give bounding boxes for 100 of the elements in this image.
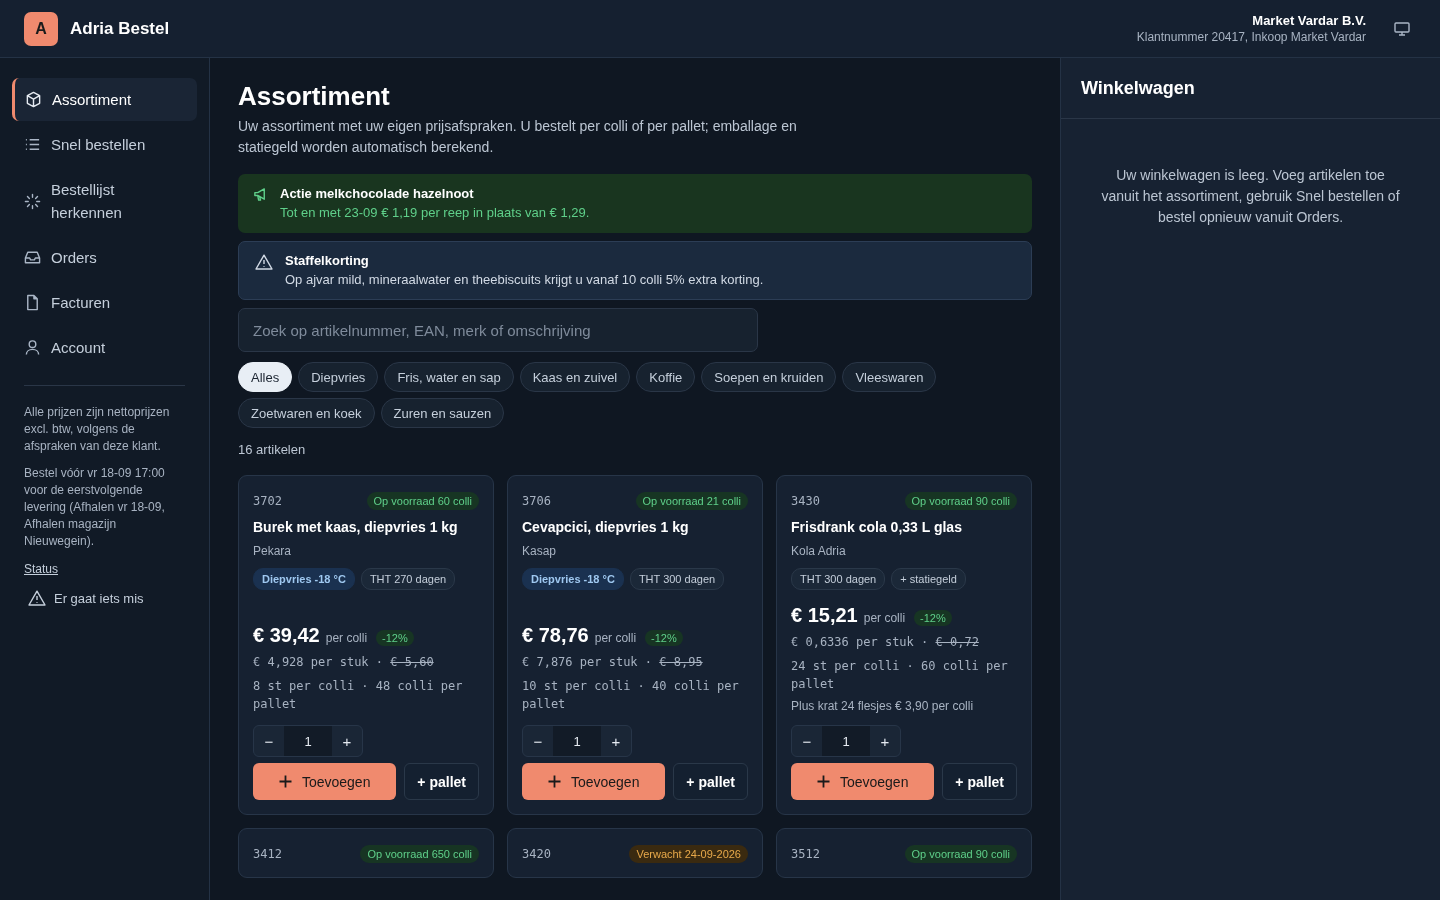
app-logo: A xyxy=(24,11,58,46)
user-icon xyxy=(24,339,41,356)
increase-button[interactable]: + xyxy=(601,726,631,756)
pallet-button[interactable]: + pallet xyxy=(404,763,479,800)
product-tag: THT 300 dagen xyxy=(629,568,725,590)
filter-chip[interactable]: Vleeswaren xyxy=(842,362,937,392)
problem-link[interactable]: Er gaat iets mis xyxy=(28,590,144,606)
warning-icon xyxy=(255,254,273,270)
inbox-icon xyxy=(24,249,41,266)
app-name: Adria Bestel xyxy=(70,18,170,39)
decrease-button[interactable]: − xyxy=(792,726,822,756)
quantity-value[interactable]: 1 xyxy=(284,726,332,756)
add-button[interactable]: Toevoegen xyxy=(253,763,397,800)
increase-button[interactable]: + xyxy=(332,726,362,756)
article-number: 3512 xyxy=(791,847,820,861)
stock-badge: Op voorraad 90 colli xyxy=(904,492,1017,510)
result-count: 16 artikelen xyxy=(238,442,307,457)
sparkle-icon xyxy=(24,192,41,210)
nav-item[interactable]: Assortiment xyxy=(12,78,197,121)
filter-chip[interactable]: Koffie xyxy=(636,362,696,392)
filter-chip[interactable]: Zoetwaren en koek xyxy=(238,398,375,428)
page-title: Assortiment xyxy=(238,80,391,112)
price: € 15,21 xyxy=(791,604,858,627)
list-icon xyxy=(24,136,41,153)
filter-chip[interactable]: Soepen en kruiden xyxy=(701,362,837,392)
box-icon xyxy=(25,91,42,108)
nav-item[interactable]: Orders xyxy=(12,236,197,279)
packing-info: 8 st per colli · 48 colli per pallet xyxy=(253,678,464,713)
sidebar-note: Bestel vóór vr 18-09 17:00 voor de eerstvolgende levering (Afhalen vr 18-09, Afhalen magazijn Nieuwegein). xyxy=(24,465,166,550)
pallet-button[interactable]: + pallet xyxy=(673,763,748,800)
page-intro: Uw assortiment met uw eigen prijsafspraken. U bestelt per colli of per pallet; emballage en statiegeld worden automatisch berekend. xyxy=(238,117,798,157)
megaphone-icon xyxy=(253,187,268,202)
article-number: 3412 xyxy=(253,847,282,861)
plus-icon xyxy=(278,775,292,788)
plus-icon xyxy=(547,775,561,788)
product-name: Cevapcici, diepvries 1 kg xyxy=(522,519,690,535)
customer-name: Market Vardar B.V. xyxy=(1252,13,1366,28)
article-number: 3430 xyxy=(791,494,820,508)
discount-badge: -12% xyxy=(645,630,683,646)
warning-icon xyxy=(28,590,46,606)
increase-button[interactable]: + xyxy=(870,726,900,756)
discount-badge: -12% xyxy=(376,630,414,646)
pallet-button[interactable]: + pallet xyxy=(942,763,1017,800)
cart-empty-text: Uw winkelwagen is leeg. Voeg artikelen toe vanuit het assortiment, gebruik Snel bestellen of bestel opnieuw vanuit Orders. xyxy=(1100,166,1401,227)
document-icon xyxy=(24,294,41,311)
product-tag: Diepvries -18 °C xyxy=(522,568,624,590)
search-field[interactable]: Zoek op artikelnummer, EAN, merk of omschrijving xyxy=(238,308,758,352)
sidebar-note: Alle prijzen zijn nettoprijzen excl. btw, volgens de afspraken van deze klant. xyxy=(24,404,171,455)
old-unit-price: € 5,60 xyxy=(390,655,434,669)
old-unit-price: € 0,72 xyxy=(935,635,979,649)
decrease-button[interactable]: − xyxy=(523,726,553,756)
stock-badge: Op voorraad 90 colli xyxy=(904,845,1017,863)
banner-title: Actie melkchocolade hazelnoot xyxy=(280,186,475,201)
stock-badge: Op voorraad 60 colli xyxy=(366,492,479,510)
unit-price: € 0,6336 per stuk · xyxy=(791,635,929,649)
customer-detail: Klantnummer 20417, Inkoop Market Vardar xyxy=(1136,30,1366,44)
deposit-note: Plus krat 24 flesjes € 3,90 per colli xyxy=(791,699,975,713)
product-name: Frisdrank cola 0,33 L glas xyxy=(791,519,963,535)
add-button[interactable]: Toevoegen xyxy=(791,763,935,800)
quantity-value[interactable]: 1 xyxy=(553,726,601,756)
stock-badge: Op voorraad 650 colli xyxy=(360,845,479,863)
monitor-icon[interactable] xyxy=(1394,21,1410,36)
price-unit: per colli xyxy=(863,611,906,625)
article-number: 3702 xyxy=(253,494,282,508)
price-unit: per colli xyxy=(594,631,637,645)
add-button[interactable]: Toevoegen xyxy=(522,763,666,800)
unit-price: € 4,928 per stuk · xyxy=(253,655,384,669)
plus-icon xyxy=(816,775,830,788)
nav-item[interactable]: Bestellijst herkennen xyxy=(12,168,197,234)
filter-chip[interactable]: Diepvries xyxy=(298,362,379,392)
product-tag: Diepvries -18 °C xyxy=(253,568,355,590)
unit-price: € 7,876 per stuk · xyxy=(522,655,653,669)
old-unit-price: € 8,95 xyxy=(659,655,703,669)
product-brand: Kasap xyxy=(522,544,558,558)
article-number: 3706 xyxy=(522,494,551,508)
filter-chip[interactable]: Zuren en sauzen xyxy=(380,398,505,428)
discount-badge: -12% xyxy=(914,610,952,626)
stock-badge: Verwacht 24-09-2026 xyxy=(629,845,748,863)
filter-chip[interactable]: Fris, water en sap xyxy=(384,362,514,392)
product-brand: Kola Adria xyxy=(791,544,847,558)
product-brand: Pekara xyxy=(253,544,293,558)
nav-item[interactable]: Facturen xyxy=(12,281,197,324)
decrease-button[interactable]: − xyxy=(254,726,284,756)
packing-info: 24 st per colli · 60 colli per pallet xyxy=(791,658,1009,693)
product-tag: THT 300 dagen xyxy=(791,568,886,590)
price: € 39,42 xyxy=(253,624,320,647)
banner-title: Staffelkorting xyxy=(285,253,370,268)
banner-text: Op ajvar mild, mineraalwater en theebiscuits krijgt u vanaf 10 colli 5% extra korting. xyxy=(285,272,764,287)
price-unit: per colli xyxy=(325,631,368,645)
nav-item[interactable]: Snel bestellen xyxy=(12,123,197,166)
banner-text: Tot en met 23-09 € 1,19 per reep in plaats van € 1,29. xyxy=(280,205,590,220)
nav-item[interactable]: Account xyxy=(12,326,197,369)
price: € 78,76 xyxy=(522,624,589,647)
filter-chip[interactable]: Kaas en zuivel xyxy=(519,362,631,392)
packing-info: 10 st per colli · 40 colli per pallet xyxy=(522,678,740,713)
quantity-value[interactable]: 1 xyxy=(822,726,870,756)
status-link[interactable]: Status xyxy=(24,562,59,576)
article-number: 3420 xyxy=(522,847,551,861)
filter-chip[interactable]: Alles xyxy=(238,362,293,392)
product-tag: + statiegeld xyxy=(891,568,966,590)
